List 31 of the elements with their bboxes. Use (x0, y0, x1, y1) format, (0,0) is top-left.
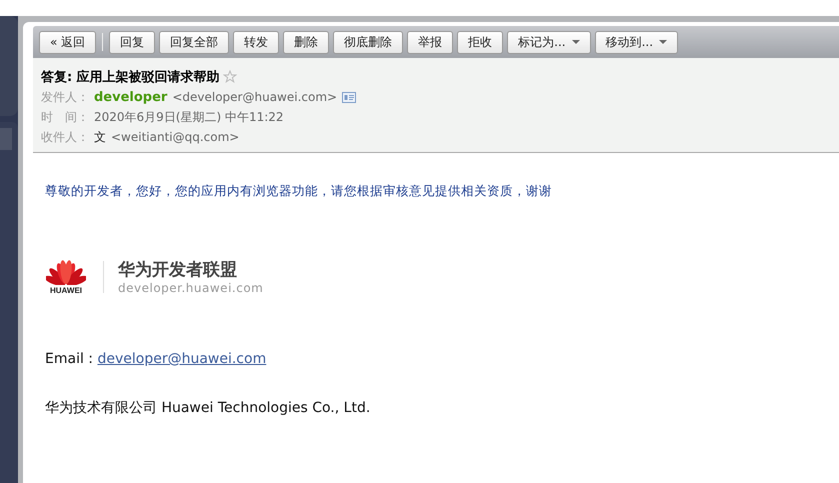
logo-url: developer.huawei.com (118, 281, 264, 295)
field-label: 时 间： (41, 108, 89, 126)
flower-logo-icon (46, 258, 86, 284)
sidebar-tab[interactable] (0, 128, 12, 150)
caret-icon (572, 40, 580, 44)
toolbar-button[interactable]: 回复全部 (159, 30, 230, 54)
recipient-address: <weitianti@qq.com> (111, 130, 240, 144)
menu-button[interactable]: 移动到... (594, 30, 678, 54)
toolbar-button[interactable]: 回复 (109, 30, 156, 54)
logo-title: 华为开发者联盟 (118, 259, 238, 281)
logo-wordmark: HUAWEI (50, 286, 82, 294)
back-button[interactable]: « 返回 (39, 30, 96, 54)
contact-card-icon[interactable] (342, 92, 356, 102)
sent-time: 2020年6月9日(星期二) 中午11:22 (94, 108, 284, 126)
toolbar-button[interactable]: 彻底删除 (333, 30, 404, 54)
message-text: 尊敬的开发者，您好，您的应用内有浏览器功能，请您根据审核意见提供相关资质，谢谢 (45, 183, 553, 200)
mail-subject: 答复: 应用上架被驳回请求帮助 (41, 68, 220, 86)
toolbar-button[interactable]: 举报 (407, 30, 454, 54)
email-link[interactable]: developer@huawei.com (97, 351, 266, 367)
company-name: 华为技术有限公司 Huawei Technologies Co., Ltd. (45, 399, 372, 417)
menu-button[interactable]: 标记为... (507, 30, 591, 54)
caret-icon (659, 40, 668, 44)
toolbar-button[interactable]: 转发 (233, 30, 280, 54)
star-icon[interactable] (222, 70, 237, 84)
field-label: 收件人： (41, 128, 89, 146)
recipient-name[interactable]: 文 (94, 128, 106, 146)
sender-address: <developer@huawei.com> (172, 90, 338, 104)
toolbar-button[interactable]: 删除 (283, 30, 330, 54)
toolbar-button[interactable]: 拒收 (457, 30, 504, 54)
email-label: Email : (45, 351, 94, 367)
field-label: 发件人： (41, 88, 89, 106)
